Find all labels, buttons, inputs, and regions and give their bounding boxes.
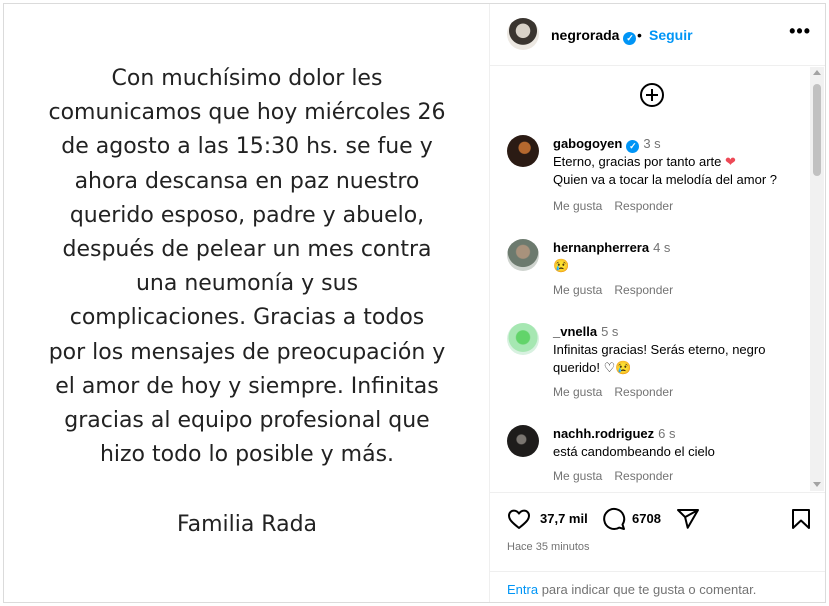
follow-button[interactable]: Seguir [649, 27, 693, 43]
comment-time[interactable]: 3 s [643, 136, 660, 151]
author-name-wrap: negrorada ✓ [551, 27, 637, 45]
heart-icon[interactable] [507, 507, 531, 531]
login-prompt-text: para indicar que te gusta o comentar. [538, 582, 757, 597]
scrollbar-thumb[interactable] [813, 84, 821, 176]
comment-body: _vnella 5 s Infinitas gracias! Serás eter… [553, 323, 803, 377]
post-header: negrorada ✓ • Seguir ••• [490, 4, 825, 66]
comment-time[interactable]: 5 s [601, 324, 618, 339]
post-footer: 37,7 mil 6708 Hace 35 minutos Entra para… [490, 492, 825, 602]
comment-actions: Me gusta Responder [553, 469, 685, 483]
likes-count[interactable]: 37,7 mil [540, 511, 588, 526]
comments-count[interactable]: 6708 [632, 511, 661, 526]
comment-avatar[interactable] [507, 135, 539, 167]
comments-list[interactable]: gabogoyen ✓ 3 s Eterno, gracias por tanto … [490, 67, 825, 491]
author-username[interactable]: negrorada [551, 27, 619, 43]
comment-body: gabogoyen ✓ 3 s Eterno, gracias por tanto … [553, 135, 803, 189]
post-window: Con muchísimo dolor les comunicamos que … [3, 3, 826, 603]
bookmark-icon[interactable] [789, 507, 813, 531]
like-comment-button[interactable]: Me gusta [553, 469, 602, 483]
comment-actions: Me gusta Responder [553, 385, 685, 399]
reply-button[interactable]: Responder [614, 283, 673, 297]
like-comment-button[interactable]: Me gusta [553, 283, 602, 297]
post-time[interactable]: Hace 35 minutos [507, 541, 590, 553]
like-comment-button[interactable]: Me gusta [553, 385, 602, 399]
separator-dot: • [637, 27, 642, 43]
comment-text: Quien va a tocar la melodía del amor ? [553, 172, 778, 187]
comment-body: hernanpherrera 4 s 😢 [553, 239, 803, 275]
comment-text: 😢 [553, 258, 570, 273]
like-comment-button[interactable]: Me gusta [553, 199, 602, 213]
post-line: por los mensajes de preocupación y [48, 339, 446, 365]
side-panel: negrorada ✓ • Seguir ••• gabogoyen ✓ 3 s Et… [490, 4, 825, 602]
comment-username[interactable]: nachh.rodriguez [553, 426, 654, 441]
post-image: Con muchísimo dolor les comunicamos que … [4, 4, 490, 602]
scroll-up-arrow-icon[interactable] [813, 70, 821, 75]
verified-icon: ✓ [623, 32, 637, 45]
post-text: Con muchísimo dolor les comunicamos que … [24, 62, 470, 472]
reply-button[interactable]: Responder [614, 199, 673, 213]
comment-actions: Me gusta Responder [553, 199, 685, 213]
post-line: complicaciones. Gracias a todos [69, 305, 425, 331]
comment-avatar[interactable] [507, 323, 539, 355]
comment-text: Infinitas gracias! Serás eterno, negro [553, 342, 766, 357]
comment-actions: Me gusta Responder [553, 283, 685, 297]
comment-username[interactable]: hernanpherrera [553, 240, 649, 255]
author-avatar[interactable] [507, 18, 539, 50]
add-comment-icon[interactable] [640, 83, 664, 107]
comment-text: querido! ♡😢 [553, 360, 632, 375]
comment-body: nachh.rodriguez 6 s está candombeando el … [553, 425, 803, 461]
reply-button[interactable]: Responder [614, 469, 673, 483]
post-line: querido esposo, padre y abuelo, [69, 202, 425, 228]
post-line: ahora descansa en paz nuestro [74, 168, 420, 194]
red-heart-emoji: ❤ [725, 154, 736, 169]
post-line: el amor de hoy y siempre. Infinitas [55, 373, 439, 399]
more-icon[interactable]: ••• [789, 21, 811, 42]
post-line: hizo todo lo posible y más. [99, 442, 395, 468]
comment-text: Eterno, gracias por tanto arte [553, 154, 722, 169]
post-line: de agosto a las 15:30 hs. se fue y [61, 134, 433, 160]
scroll-down-arrow-icon[interactable] [813, 482, 821, 487]
reply-button[interactable]: Responder [614, 385, 673, 399]
post-line: comunicamos que hoy miércoles 26 [48, 100, 446, 126]
comment-text: está candombeando el cielo [553, 444, 715, 459]
share-icon[interactable] [676, 507, 700, 531]
comments-scrollbar[interactable] [810, 67, 824, 491]
post-signature: Familia Rada [176, 512, 318, 537]
post-line: una neumonía y sus [135, 271, 359, 297]
comment-username[interactable]: gabogoyen [553, 136, 622, 151]
post-line: gracias al equipo profesional que [64, 408, 430, 434]
comment-avatar[interactable] [507, 425, 539, 457]
comment-icon[interactable] [602, 507, 626, 531]
comment-time[interactable]: 4 s [653, 240, 670, 255]
comment-avatar[interactable] [507, 239, 539, 271]
post-line: Con muchísimo dolor les [111, 66, 383, 91]
login-link[interactable]: Entra [507, 582, 538, 597]
post-line: después de pelear un mes contra [62, 237, 432, 263]
login-prompt: Entra para indicar que te gusta o coment… [490, 571, 825, 603]
verified-icon: ✓ [626, 140, 640, 153]
comment-time[interactable]: 6 s [658, 426, 675, 441]
comment-username[interactable]: _vnella [553, 324, 597, 339]
